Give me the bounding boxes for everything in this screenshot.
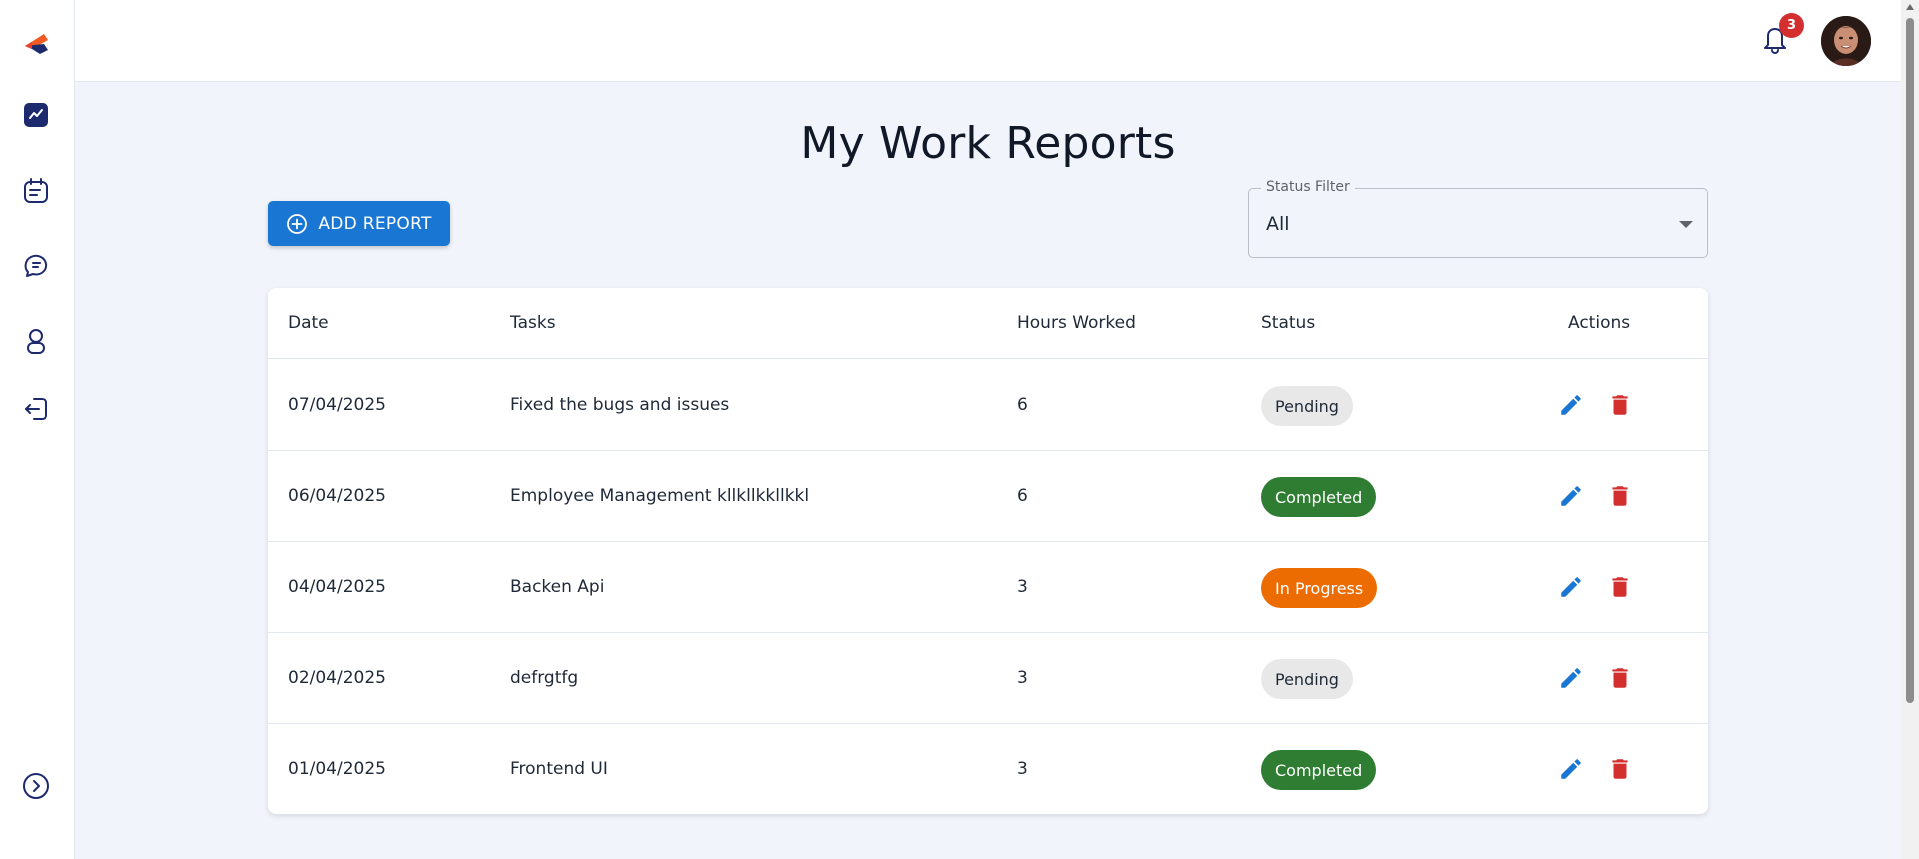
status-badge: In Progress: [1261, 568, 1378, 608]
chat-icon: [22, 252, 50, 284]
row-date: 01/04/2025: [288, 759, 386, 779]
row-task: Employee Management kllkllkkllkkl: [510, 486, 810, 506]
table-row: 06/04/2025 Employee Management kllkllkkll…: [268, 451, 1708, 542]
delete-icon: [1607, 574, 1633, 600]
app-logo[interactable]: [22, 30, 52, 60]
top-bar: [75, 0, 1901, 82]
row-hours: 3: [1017, 668, 1028, 688]
expand-icon: [22, 772, 50, 804]
column-header-date[interactable]: Date: [288, 313, 329, 333]
expand-sidebar-button[interactable]: [20, 772, 52, 804]
edit-icon: [1558, 665, 1584, 691]
status-badge: Completed: [1261, 750, 1377, 790]
row-hours: 3: [1017, 759, 1028, 779]
row-date: 04/04/2025: [288, 577, 386, 597]
nav-reports[interactable]: [20, 177, 52, 209]
edit-icon: [1558, 574, 1584, 600]
table-header: Date Tasks Hours Worked Status Actions: [268, 288, 1708, 359]
add-report-button[interactable]: ADD REPORT: [268, 201, 450, 246]
row-date: 02/04/2025: [288, 668, 386, 688]
page-scrollbar[interactable]: [1901, 0, 1919, 859]
delete-icon: [1607, 665, 1633, 691]
delete-button[interactable]: [1605, 663, 1635, 693]
reports-table: Date Tasks Hours Worked Status Actions 0…: [268, 288, 1708, 814]
edit-icon: [1558, 392, 1584, 418]
edit-button[interactable]: [1556, 390, 1586, 420]
user-icon: [22, 327, 50, 359]
status-badge: Pending: [1261, 659, 1353, 699]
sidebar: [0, 0, 75, 859]
delete-button[interactable]: [1605, 572, 1635, 602]
edit-icon: [1558, 483, 1584, 509]
table-row: 07/04/2025 Fixed the bugs and issues 6 Pend…: [268, 360, 1708, 451]
row-task: Frontend UI: [510, 759, 608, 779]
table-row: 04/04/2025 Backen Api 3 In Progress: [268, 542, 1708, 633]
delete-icon: [1607, 392, 1633, 418]
column-header-status[interactable]: Status: [1261, 313, 1315, 333]
add-report-label: ADD REPORT: [318, 213, 432, 234]
nav-chat[interactable]: [20, 252, 52, 284]
calendar-list-icon: [22, 177, 50, 209]
edit-button[interactable]: [1556, 663, 1586, 693]
table-row: 02/04/2025 defrgtfg 3 Pending: [268, 633, 1708, 724]
nav-logout[interactable]: [20, 395, 52, 427]
delete-icon: [1607, 756, 1633, 782]
chevron-down-icon: [1679, 221, 1693, 228]
page-title: My Work Reports: [800, 118, 1176, 169]
status-badge: Pending: [1261, 386, 1353, 426]
column-header-hours[interactable]: Hours Worked: [1017, 313, 1136, 333]
dashboard-icon: [22, 101, 50, 133]
delete-button[interactable]: [1605, 754, 1635, 784]
status-badge: Completed: [1261, 477, 1377, 517]
status-filter-label: Status Filter: [1261, 179, 1355, 195]
delete-button[interactable]: [1605, 481, 1635, 511]
status-filter-value: All: [1266, 213, 1290, 235]
edit-icon: [1558, 756, 1584, 782]
row-hours: 3: [1017, 577, 1028, 597]
column-header-actions: Actions: [1568, 313, 1631, 333]
row-hours: 6: [1017, 395, 1028, 415]
notification-count-badge: 3: [1779, 13, 1804, 38]
table-row: 01/04/2025 Frontend UI 3 Completed: [268, 724, 1708, 814]
row-task: Fixed the bugs and issues: [510, 395, 730, 415]
row-task: Backen Api: [510, 577, 605, 597]
edit-button[interactable]: [1556, 754, 1586, 784]
scroll-up-arrow[interactable]: [1906, 4, 1914, 10]
nav-profile[interactable]: [20, 327, 52, 359]
logout-icon: [22, 395, 50, 427]
edit-button[interactable]: [1556, 572, 1586, 602]
scroll-thumb[interactable]: [1906, 18, 1914, 703]
nav-dashboard[interactable]: [20, 101, 52, 133]
add-circle-icon: [286, 213, 308, 235]
edit-button[interactable]: [1556, 481, 1586, 511]
status-filter-select[interactable]: Status Filter All: [1248, 179, 1708, 258]
row-date: 06/04/2025: [288, 486, 386, 506]
column-header-tasks[interactable]: Tasks: [510, 313, 556, 333]
delete-icon: [1607, 483, 1633, 509]
row-date: 07/04/2025: [288, 395, 386, 415]
row-hours: 6: [1017, 486, 1028, 506]
row-task: defrgtfg: [510, 668, 579, 688]
user-avatar[interactable]: [1821, 16, 1871, 66]
delete-button[interactable]: [1605, 390, 1635, 420]
